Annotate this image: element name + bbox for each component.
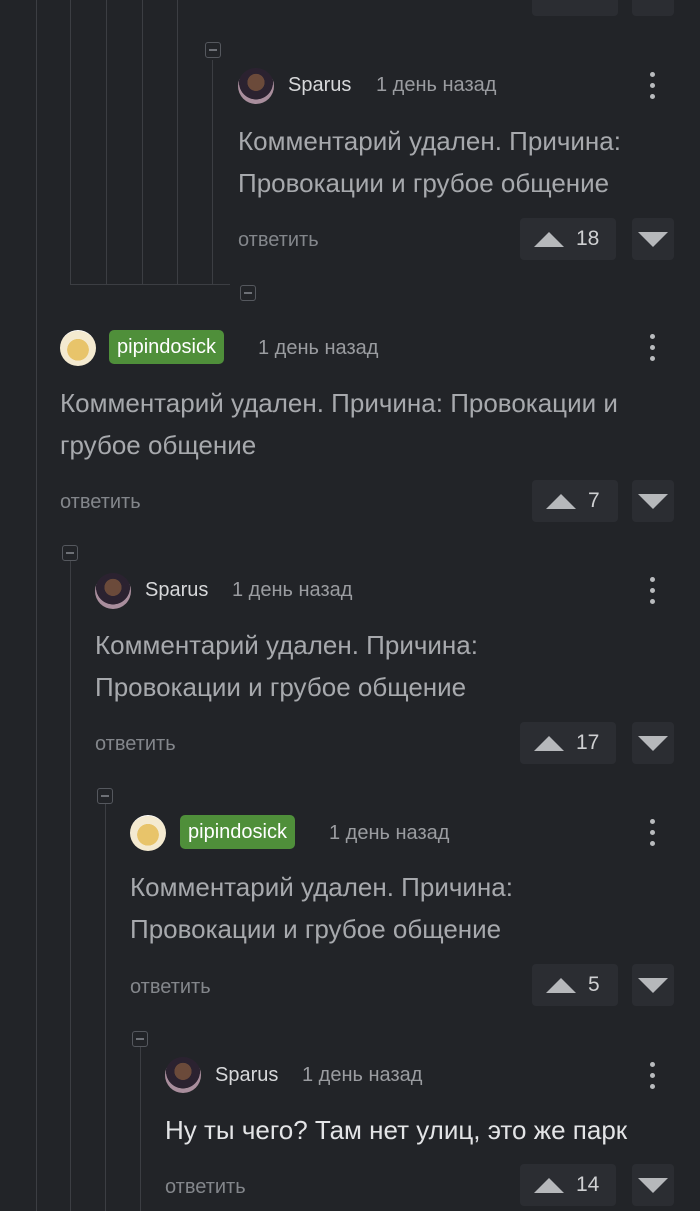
thread-line xyxy=(140,1047,141,1211)
thread-line xyxy=(212,60,213,285)
triangle-down-icon xyxy=(638,978,668,993)
upvote-button[interactable]: 5 xyxy=(532,964,618,1006)
downvote-button[interactable] xyxy=(632,480,674,522)
downvote-button[interactable] xyxy=(632,218,674,260)
thread-line xyxy=(70,0,71,285)
vote-count: 7 xyxy=(588,489,600,512)
triangle-up-icon xyxy=(546,978,576,993)
downvote-button[interactable] xyxy=(632,1164,674,1206)
vote-count: 14 xyxy=(576,1173,600,1196)
avatar[interactable] xyxy=(165,1057,201,1093)
avatar[interactable] xyxy=(238,68,274,104)
triangle-down-icon xyxy=(638,232,668,247)
collapse-icon[interactable] xyxy=(97,788,113,804)
username[interactable]: Sparus xyxy=(288,74,351,97)
triangle-down-icon xyxy=(638,494,668,509)
kebab-icon[interactable] xyxy=(649,1062,655,1090)
kebab-icon[interactable] xyxy=(649,72,655,100)
comment-text: Комментарий удален. Причина: Провокации … xyxy=(95,630,478,702)
upvote-button[interactable]: 18 xyxy=(520,218,616,260)
vote-count: 18 xyxy=(576,227,600,250)
downvote-button[interactable] xyxy=(632,964,674,1006)
thread-line xyxy=(36,0,37,1211)
thread-line xyxy=(70,284,230,285)
thread-line xyxy=(105,804,106,1211)
reply-link[interactable]: ответить xyxy=(60,491,141,514)
username-badge[interactable]: pipindosick xyxy=(180,815,295,849)
kebab-icon[interactable] xyxy=(649,577,655,605)
comment-time: 1 день назад xyxy=(302,1064,423,1086)
triangle-up-icon xyxy=(546,494,576,509)
downvote-button[interactable] xyxy=(632,722,674,764)
kebab-icon[interactable] xyxy=(649,334,655,362)
collapse-icon[interactable] xyxy=(240,285,256,301)
username[interactable]: Sparus xyxy=(215,1064,278,1087)
upvote-button[interactable]: 14 xyxy=(520,1164,616,1206)
reply-link[interactable]: ответить xyxy=(130,976,211,999)
reply-link[interactable]: ответить xyxy=(165,1176,246,1199)
thread-line xyxy=(177,0,178,285)
thread-line xyxy=(142,0,143,285)
avatar[interactable] xyxy=(60,330,96,366)
vote-count: 17 xyxy=(576,731,600,754)
thread-line xyxy=(106,0,107,285)
upvote-button[interactable]: 17 xyxy=(520,722,616,764)
triangle-up-icon xyxy=(534,1178,564,1193)
triangle-down-icon xyxy=(638,736,668,751)
reply-link[interactable]: ответить xyxy=(95,733,176,756)
reply-link[interactable]: ответить xyxy=(238,229,319,252)
kebab-icon[interactable] xyxy=(649,819,655,847)
username-badge[interactable]: pipindosick xyxy=(109,330,224,364)
comment-time: 1 день назад xyxy=(232,579,353,601)
thread-line xyxy=(70,561,71,1211)
comment-text: Комментарий удален. Причина: Провокации … xyxy=(238,126,621,198)
comment-text: Комментарий удален. Причина: Провокации … xyxy=(60,388,618,460)
vote-count: 5 xyxy=(588,973,600,996)
username[interactable]: Sparus xyxy=(145,579,208,602)
collapse-icon[interactable] xyxy=(62,545,78,561)
comment-time: 1 день назад xyxy=(329,822,450,844)
comment-time: 1 день назад xyxy=(376,74,497,96)
triangle-down-icon xyxy=(638,1178,668,1193)
comment-time: 1 день назад xyxy=(258,337,379,359)
avatar[interactable] xyxy=(95,573,131,609)
collapse-icon[interactable] xyxy=(205,42,221,58)
collapse-icon[interactable] xyxy=(132,1031,148,1047)
downvote-box-stub xyxy=(632,0,674,16)
triangle-up-icon xyxy=(534,232,564,247)
comment-text: Комментарий удален. Причина: Провокации … xyxy=(130,872,513,944)
triangle-up-icon xyxy=(534,736,564,751)
avatar[interactable] xyxy=(130,815,166,851)
vote-box-stub xyxy=(532,0,618,16)
comment-text: Ну ты чего? Там нет улиц, это же парк xyxy=(165,1115,628,1145)
upvote-button[interactable]: 7 xyxy=(532,480,618,522)
